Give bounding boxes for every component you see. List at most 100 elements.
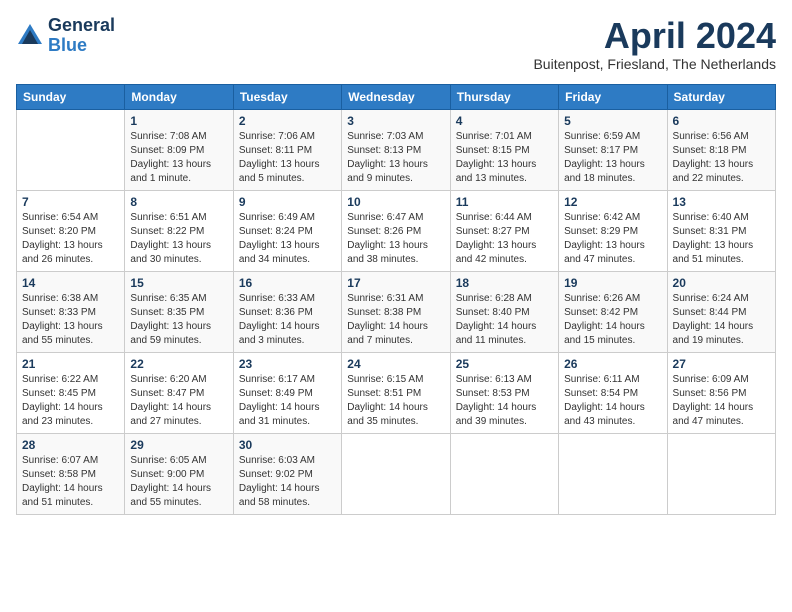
day-info: Sunrise: 6:17 AM Sunset: 8:49 PM Dayligh… (239, 373, 336, 429)
day-info: Sunrise: 6:03 AM Sunset: 9:02 PM Dayligh… (239, 454, 336, 510)
calendar-cell: 29Sunrise: 6:05 AM Sunset: 9:00 PM Dayli… (125, 433, 233, 514)
calendar-cell: 8 Sunrise: 6:51 AM Sunset: 8:22 PM Daylig… (125, 190, 233, 271)
day-info: Sunrise: 6:54 AM Sunset: 8:20 PM Dayligh… (22, 211, 119, 267)
weekday-header-cell: Monday (125, 84, 233, 109)
calendar-cell: 24 Sunrise: 6:15 AM Sunset: 8:51 PM Dayli… (342, 352, 450, 433)
day-number: 4 (456, 114, 553, 128)
calendar-cell: 13 Sunrise: 6:40 AM Sunset: 8:31 PM Dayli… (667, 190, 775, 271)
day-number: 23 (239, 357, 336, 371)
day-number: 19 (564, 276, 661, 290)
logo-icon (16, 22, 44, 50)
calendar-cell: 14Sunrise: 6:38 AM Sunset: 8:33 PM Dayli… (17, 271, 125, 352)
day-info: Sunrise: 6:38 AM Sunset: 8:33 PM Dayligh… (22, 292, 119, 348)
calendar-cell: 25 Sunrise: 6:13 AM Sunset: 8:53 PM Dayli… (450, 352, 558, 433)
day-info: Sunrise: 6:47 AM Sunset: 8:26 PM Dayligh… (347, 211, 444, 267)
day-info: Sunrise: 7:06 AM Sunset: 8:11 PM Dayligh… (239, 130, 336, 186)
calendar-cell: 20 Sunrise: 6:24 AM Sunset: 8:44 PM Dayli… (667, 271, 775, 352)
day-info: Sunrise: 6:42 AM Sunset: 8:29 PM Dayligh… (564, 211, 661, 267)
day-number: 27 (673, 357, 770, 371)
day-number: 5 (564, 114, 661, 128)
day-info: Sunrise: 6:24 AM Sunset: 8:44 PM Dayligh… (673, 292, 770, 348)
day-number: 21 (22, 357, 119, 371)
day-info: Sunrise: 6:13 AM Sunset: 8:53 PM Dayligh… (456, 373, 553, 429)
calendar-cell: 30 Sunrise: 6:03 AM Sunset: 9:02 PM Dayli… (233, 433, 341, 514)
calendar-cell: 12 Sunrise: 6:42 AM Sunset: 8:29 PM Dayli… (559, 190, 667, 271)
calendar-cell: 21 Sunrise: 6:22 AM Sunset: 8:45 PM Dayli… (17, 352, 125, 433)
day-info: Sunrise: 6:51 AM Sunset: 8:22 PM Dayligh… (130, 211, 227, 267)
calendar-week-row: 28 Sunrise: 6:07 AM Sunset: 8:58 PM Dayli… (17, 433, 776, 514)
calendar-cell: 28 Sunrise: 6:07 AM Sunset: 8:58 PM Dayli… (17, 433, 125, 514)
calendar-cell: 22 Sunrise: 6:20 AM Sunset: 8:47 PM Dayli… (125, 352, 233, 433)
day-info: Sunrise: 6:40 AM Sunset: 8:31 PM Dayligh… (673, 211, 770, 267)
day-info: Sunrise: 6:35 AM Sunset: 8:35 PM Dayligh… (130, 292, 227, 348)
day-info: Sunrise: 6:05 AM Sunset: 9:00 PM Dayligh… (130, 454, 227, 510)
day-number: 16 (239, 276, 336, 290)
weekday-header-row: SundayMondayTuesdayWednesdayThursdayFrid… (17, 84, 776, 109)
day-info: Sunrise: 6:59 AM Sunset: 8:17 PM Dayligh… (564, 130, 661, 186)
day-number: 13 (673, 195, 770, 209)
calendar-cell: 5 Sunrise: 6:59 AM Sunset: 8:17 PM Daylig… (559, 109, 667, 190)
day-number: 20 (673, 276, 770, 290)
calendar-cell: 6Sunrise: 6:56 AM Sunset: 8:18 PM Daylig… (667, 109, 775, 190)
calendar-cell (342, 433, 450, 514)
day-info: Sunrise: 6:49 AM Sunset: 8:24 PM Dayligh… (239, 211, 336, 267)
calendar-cell: 9 Sunrise: 6:49 AM Sunset: 8:24 PM Daylig… (233, 190, 341, 271)
location-title: Buitenpost, Friesland, The Netherlands (533, 56, 776, 72)
day-number: 10 (347, 195, 444, 209)
day-number: 26 (564, 357, 661, 371)
weekday-header-cell: Saturday (667, 84, 775, 109)
calendar-cell: 26 Sunrise: 6:11 AM Sunset: 8:54 PM Dayli… (559, 352, 667, 433)
logo-general-text: General (48, 16, 115, 36)
calendar-week-row: 21 Sunrise: 6:22 AM Sunset: 8:45 PM Dayli… (17, 352, 776, 433)
month-title: April 2024 (533, 16, 776, 56)
calendar-cell (450, 433, 558, 514)
day-info: Sunrise: 6:11 AM Sunset: 8:54 PM Dayligh… (564, 373, 661, 429)
calendar-cell (667, 433, 775, 514)
calendar-week-row: 1Sunrise: 7:08 AM Sunset: 8:09 PM Daylig… (17, 109, 776, 190)
day-info: Sunrise: 7:01 AM Sunset: 8:15 PM Dayligh… (456, 130, 553, 186)
day-number: 1 (130, 114, 227, 128)
day-info: Sunrise: 6:15 AM Sunset: 8:51 PM Dayligh… (347, 373, 444, 429)
weekday-header-cell: Thursday (450, 84, 558, 109)
calendar-cell: 11Sunrise: 6:44 AM Sunset: 8:27 PM Dayli… (450, 190, 558, 271)
calendar-cell: 17 Sunrise: 6:31 AM Sunset: 8:38 PM Dayli… (342, 271, 450, 352)
day-number: 8 (130, 195, 227, 209)
weekday-header-cell: Tuesday (233, 84, 341, 109)
calendar-cell: 27 Sunrise: 6:09 AM Sunset: 8:56 PM Dayli… (667, 352, 775, 433)
day-info: Sunrise: 6:33 AM Sunset: 8:36 PM Dayligh… (239, 292, 336, 348)
weekday-header-cell: Wednesday (342, 84, 450, 109)
day-info: Sunrise: 6:44 AM Sunset: 8:27 PM Dayligh… (456, 211, 553, 267)
calendar-week-row: 14Sunrise: 6:38 AM Sunset: 8:33 PM Dayli… (17, 271, 776, 352)
calendar-cell: 19 Sunrise: 6:26 AM Sunset: 8:42 PM Dayli… (559, 271, 667, 352)
day-info: Sunrise: 6:31 AM Sunset: 8:38 PM Dayligh… (347, 292, 444, 348)
calendar-cell (559, 433, 667, 514)
weekday-header-cell: Friday (559, 84, 667, 109)
day-number: 7 (22, 195, 119, 209)
day-info: Sunrise: 6:26 AM Sunset: 8:42 PM Dayligh… (564, 292, 661, 348)
day-number: 12 (564, 195, 661, 209)
day-number: 18 (456, 276, 553, 290)
calendar-cell: 3Sunrise: 7:03 AM Sunset: 8:13 PM Daylig… (342, 109, 450, 190)
day-number: 25 (456, 357, 553, 371)
title-block: April 2024 Buitenpost, Friesland, The Ne… (533, 16, 776, 72)
day-number: 30 (239, 438, 336, 452)
calendar-cell: 4 Sunrise: 7:01 AM Sunset: 8:15 PM Daylig… (450, 109, 558, 190)
calendar-cell: 2Sunrise: 7:06 AM Sunset: 8:11 PM Daylig… (233, 109, 341, 190)
day-number: 15 (130, 276, 227, 290)
day-number: 22 (130, 357, 227, 371)
calendar-table: SundayMondayTuesdayWednesdayThursdayFrid… (16, 84, 776, 515)
day-number: 9 (239, 195, 336, 209)
day-info: Sunrise: 6:09 AM Sunset: 8:56 PM Dayligh… (673, 373, 770, 429)
day-info: Sunrise: 6:07 AM Sunset: 8:58 PM Dayligh… (22, 454, 119, 510)
day-info: Sunrise: 6:22 AM Sunset: 8:45 PM Dayligh… (22, 373, 119, 429)
calendar-cell: 10 Sunrise: 6:47 AM Sunset: 8:26 PM Dayli… (342, 190, 450, 271)
day-info: Sunrise: 6:20 AM Sunset: 8:47 PM Dayligh… (130, 373, 227, 429)
calendar-cell: 15 Sunrise: 6:35 AM Sunset: 8:35 PM Dayli… (125, 271, 233, 352)
day-number: 28 (22, 438, 119, 452)
day-info: Sunrise: 6:28 AM Sunset: 8:40 PM Dayligh… (456, 292, 553, 348)
day-number: 24 (347, 357, 444, 371)
logo: General Blue (16, 16, 115, 56)
calendar-body: 1Sunrise: 7:08 AM Sunset: 8:09 PM Daylig… (17, 109, 776, 514)
calendar-cell: 7 Sunrise: 6:54 AM Sunset: 8:20 PM Daylig… (17, 190, 125, 271)
day-number: 17 (347, 276, 444, 290)
